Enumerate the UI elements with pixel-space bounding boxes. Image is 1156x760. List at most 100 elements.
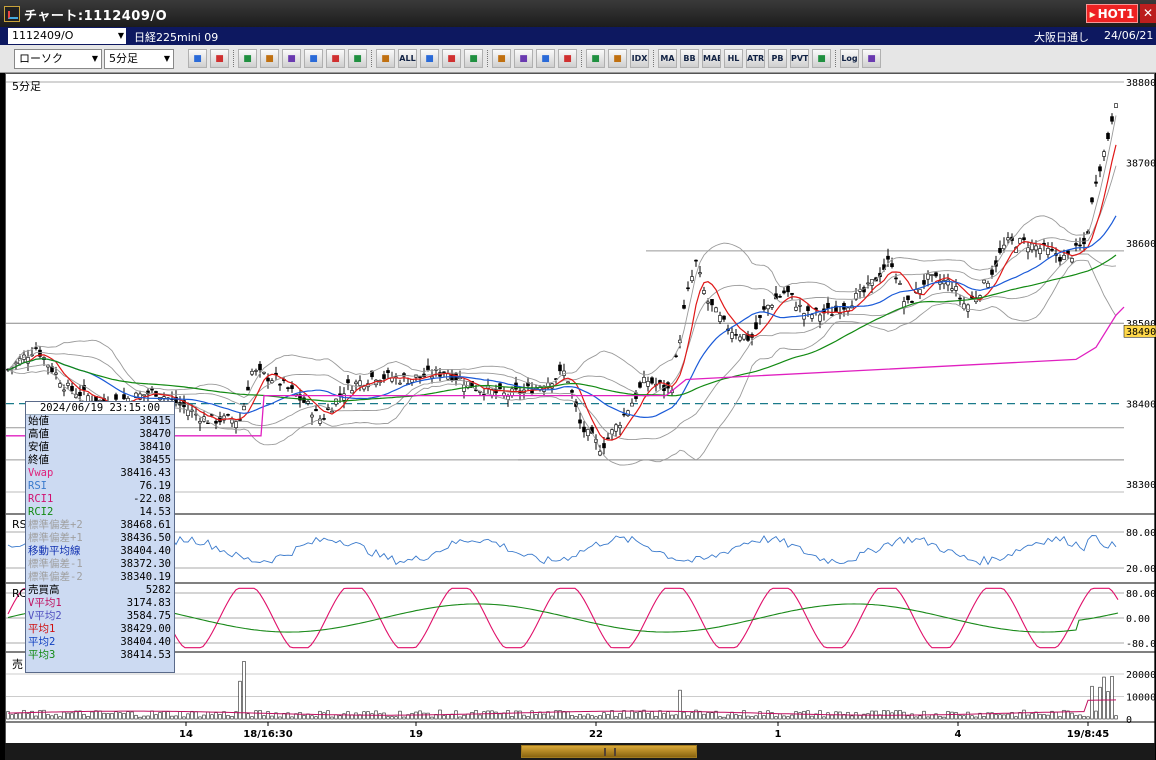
- volume-bar: [602, 712, 606, 720]
- candle-body: [710, 299, 714, 306]
- atr-button[interactable]: ATR: [746, 49, 765, 68]
- candle-body: [918, 289, 922, 294]
- volume-bar: [1042, 714, 1046, 720]
- palette-button[interactable]: ■: [608, 49, 627, 68]
- volume-bar: [390, 716, 394, 720]
- chart-type-select[interactable]: ローソク ▼: [14, 49, 102, 69]
- trend-button[interactable]: ■: [442, 49, 461, 68]
- volume-bar: [638, 711, 642, 720]
- scrollbar-thumb[interactable]: [521, 745, 697, 758]
- candle-body: [358, 380, 362, 386]
- volume-bar: [486, 710, 490, 720]
- data-window-value: 38455: [139, 454, 171, 466]
- candle-body: [990, 269, 994, 275]
- volume-bar: [610, 710, 614, 720]
- session-date: 24/06/21: [1104, 29, 1154, 42]
- candle-body: [646, 381, 650, 387]
- volume-bar: [738, 715, 742, 720]
- candle-body: [786, 285, 790, 293]
- pen-button[interactable]: ■: [420, 49, 439, 68]
- time-scrollbar[interactable]: [5, 743, 1155, 760]
- volume-bar: [42, 709, 46, 720]
- bb-button[interactable]: BB: [680, 49, 699, 68]
- volume-bar: [46, 714, 50, 720]
- volume-bar: [26, 713, 30, 720]
- data-window-row: 始値 38415: [26, 415, 174, 428]
- volume-bar: [890, 712, 894, 720]
- idx-button[interactable]: IDX: [630, 49, 649, 68]
- grid-button[interactable]: ■: [558, 49, 577, 68]
- candle-body: [242, 405, 246, 411]
- bolt-button[interactable]: ■: [326, 49, 345, 68]
- palette-icon: ■: [613, 54, 622, 64]
- mae-button[interactable]: MAE: [702, 49, 721, 68]
- volume-bar: [126, 711, 130, 720]
- hl-button[interactable]: HL: [724, 49, 743, 68]
- volume-bar: [18, 712, 22, 720]
- cursor-button[interactable]: ■: [464, 49, 483, 68]
- note-button[interactable]: ■: [514, 49, 533, 68]
- candle-a-button[interactable]: ■: [238, 49, 257, 68]
- candle-body: [1034, 245, 1038, 251]
- volume-axis-tick: 10000: [1126, 693, 1156, 704]
- candle-b-button[interactable]: ■: [260, 49, 279, 68]
- ma-button[interactable]: MA: [658, 49, 677, 68]
- chart-canvas[interactable]: 3880038700386003850038400383003849080.00…: [6, 74, 1156, 746]
- export-icon: ■: [867, 54, 876, 64]
- pvt-button[interactable]: PVT: [790, 49, 809, 68]
- candle-body: [686, 287, 690, 290]
- candle-body: [1050, 248, 1054, 251]
- candle-body: [58, 383, 62, 388]
- volume-bar: [526, 716, 530, 720]
- volume-bar: [498, 713, 502, 720]
- search-icon: ■: [193, 54, 202, 64]
- volume-bar: [586, 713, 590, 720]
- note-icon: ■: [519, 54, 528, 64]
- volume-bar: [950, 711, 954, 720]
- volume-bar: [806, 710, 810, 720]
- line-button[interactable]: ■: [304, 49, 323, 68]
- rci-axis-tick: 80.00: [1126, 589, 1156, 600]
- export-button[interactable]: ■: [862, 49, 881, 68]
- volume-bar: [1114, 715, 1118, 720]
- hot-button[interactable]: HOT1: [1086, 4, 1138, 23]
- volume-bar: [858, 715, 862, 720]
- open-right-button[interactable]: ■: [376, 49, 395, 68]
- wrench-button[interactable]: ■: [586, 49, 605, 68]
- symbol-selector[interactable]: 1112409/O ▼: [8, 28, 126, 44]
- pnb-button[interactable]: PB: [768, 49, 787, 68]
- trash-button[interactable]: ■: [536, 49, 555, 68]
- candle-body: [426, 365, 430, 371]
- all-button[interactable]: ALL: [398, 49, 417, 68]
- data-window: 2024/06/19 23:15:00 始値 38415 高値 38470 安値 3841…: [25, 401, 175, 673]
- volume-bar: [634, 712, 638, 720]
- data-window-label: 高値: [28, 428, 49, 440]
- candle-body: [398, 382, 402, 385]
- open-left-button[interactable]: ■: [348, 49, 367, 68]
- layout-button[interactable]: ■: [210, 49, 229, 68]
- volume-bar: [1006, 713, 1010, 720]
- time-axis-label: 4: [955, 729, 962, 740]
- candle-body: [926, 273, 930, 280]
- log-button[interactable]: Log: [840, 49, 859, 68]
- search-button[interactable]: ■: [188, 49, 207, 68]
- undo-button[interactable]: ■: [492, 49, 511, 68]
- interval-select[interactable]: 5分足 ▼: [104, 49, 174, 69]
- candle-body: [630, 402, 634, 407]
- chart-area[interactable]: 38800 38700 38600 38500 38400 38300 38490 80.00…: [5, 73, 1156, 746]
- volume-bar: [458, 716, 462, 720]
- volume-bar: [750, 716, 754, 720]
- volume-bar: [590, 715, 594, 720]
- volume-bar: [318, 710, 322, 720]
- candle-body: [722, 315, 726, 320]
- bar-button[interactable]: ■: [282, 49, 301, 68]
- volume-bar: [370, 713, 374, 720]
- close-button[interactable]: ✕: [1140, 4, 1156, 23]
- data-window-value: 5282: [145, 584, 171, 596]
- undo-icon: ■: [497, 54, 506, 64]
- data-window-label: RCI2: [28, 506, 54, 518]
- volume-bar: [1030, 713, 1034, 720]
- data-window-value: 38470: [139, 428, 171, 440]
- volume-bar: [150, 710, 154, 720]
- box-button[interactable]: ■: [812, 49, 831, 68]
